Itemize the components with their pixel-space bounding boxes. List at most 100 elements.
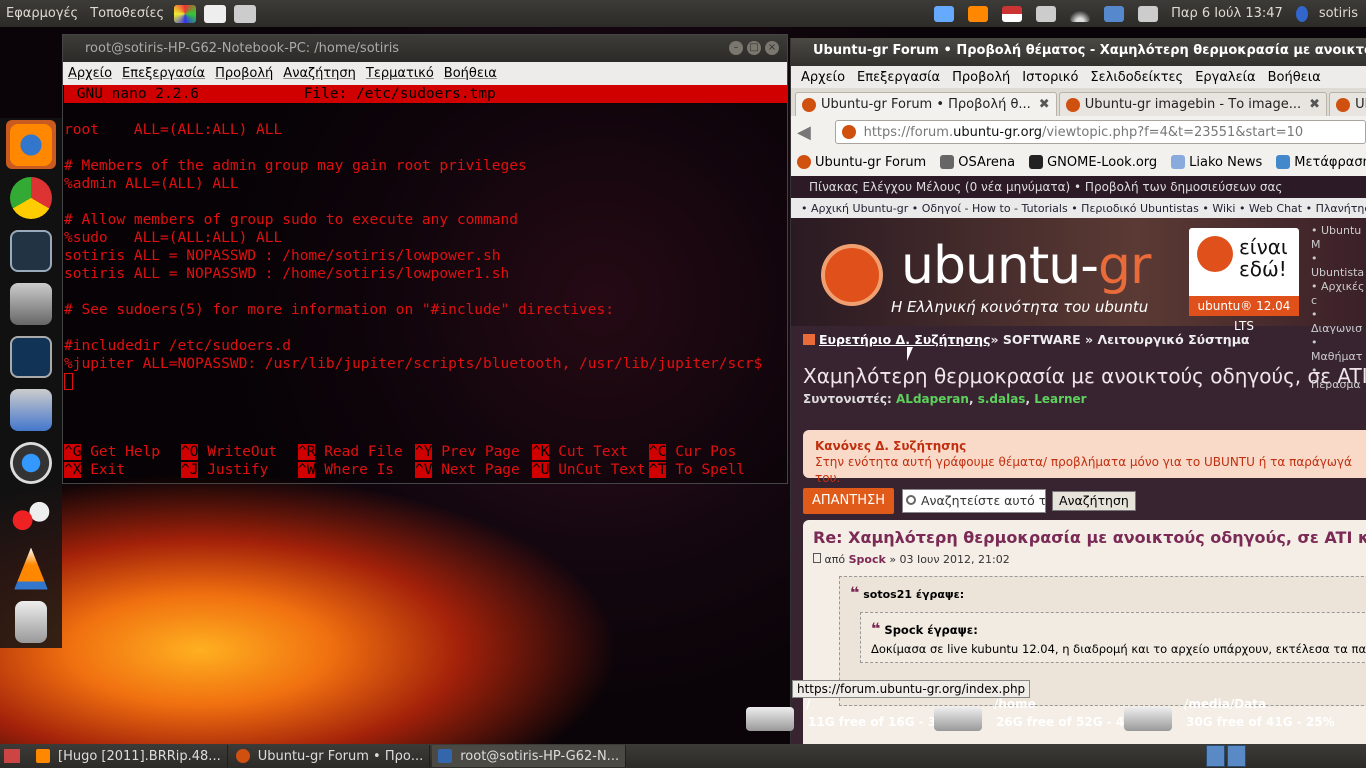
terminal-launcher[interactable] [6, 226, 56, 275]
nano-line: # Allow members of group sudo to execute… [64, 212, 518, 228]
upload-launcher[interactable] [6, 279, 56, 328]
reply-button[interactable]: ΑΠΑΝΤΗΣΗ [803, 488, 894, 514]
nano-line: sotiris ALL = NOPASSWD : /home/sotiris/l… [64, 248, 501, 264]
close-tab-icon[interactable]: ✖ [1309, 97, 1320, 112]
side-link[interactable]: • Αρχικές c [1311, 280, 1366, 308]
ff-menu-bookmarks[interactable]: Σελιδοδείκτες [1084, 70, 1189, 85]
menu-help[interactable]: Βοήθεια [439, 66, 502, 81]
back-arrow-icon[interactable]: ◀ [797, 122, 823, 143]
breadcrumb-home-link[interactable]: Ευρετήριο Δ. Συζήτησης [819, 332, 990, 347]
bookmark-ubuntu-gr[interactable]: Ubuntu-gr Forum [797, 155, 926, 170]
mail-icon[interactable] [1036, 5, 1057, 22]
bookmark-gnome-look[interactable]: GNOME-Look.org [1029, 155, 1157, 170]
close-tab-icon[interactable]: ✖ [1039, 97, 1050, 112]
ff-menu-help[interactable]: Βοήθεια [1262, 70, 1327, 85]
terminal-titlebar[interactable]: root@sotiris-HP-G62-Notebook-PC: /home/s… [63, 35, 787, 62]
moderator-link[interactable]: ALdaperan [896, 392, 969, 406]
wifi-icon[interactable] [1070, 5, 1091, 22]
vlc-tray-icon[interactable] [968, 5, 989, 22]
trash-icon [15, 600, 47, 643]
minimize-button[interactable]: – [729, 41, 743, 55]
menu-search[interactable]: Αναζήτηση [278, 66, 361, 81]
ff-menu-history[interactable]: Ιστορικό [1016, 70, 1084, 85]
ff-menu-view[interactable]: Προβολή [946, 70, 1016, 85]
moderator-link[interactable]: Learner [1034, 392, 1086, 406]
tab-imagebin[interactable]: Ubuntu-gr imagebin - Το image... ✖ [1058, 92, 1328, 116]
show-desktop-icon[interactable] [4, 749, 20, 763]
places-menu[interactable]: Τοποθεσίες [84, 6, 170, 21]
ubuntu-release-badge[interactable]: είναι εδώ! ubuntu® 12.04 LTS [1189, 228, 1299, 333]
close-button[interactable]: × [765, 41, 779, 55]
apps-grid-icon[interactable] [174, 4, 197, 23]
breadcrumb-rest[interactable]: » SOFTWARE » Λειτουργικό Σύστημα [990, 332, 1249, 347]
shortcut-key: ^C [649, 444, 667, 460]
menu-file[interactable]: Αρχείο [63, 66, 117, 81]
post-title[interactable]: Re: Χαμηλότερη θερμοκρασία με ανοικτούς … [813, 528, 1366, 547]
logo-text[interactable]: ubuntu-gr [901, 236, 1151, 296]
settings-launcher[interactable] [6, 438, 56, 487]
vlc-cone-icon [14, 547, 48, 590]
task-vlc[interactable]: [Hugo [2011].BRRip.48... [30, 745, 228, 767]
workspace-1[interactable] [1206, 745, 1225, 767]
task-terminal[interactable]: root@sotiris-HP-G62-N... [432, 745, 627, 767]
shortcut-label: Justify [207, 462, 269, 478]
ff-menu-tools[interactable]: Εργαλεία [1189, 70, 1261, 85]
workspace-switcher[interactable] [1206, 745, 1246, 767]
task-label: [Hugo [2011].BRRip.48... [58, 748, 221, 764]
tab-third[interactable]: Ubuntu- [1329, 92, 1366, 116]
url-rest: /viewtopic.php?f=4&t=23551&start=10 [1041, 124, 1304, 140]
battery-icon[interactable] [1104, 5, 1125, 22]
bookmark-liako[interactable]: Liako News [1171, 155, 1262, 170]
menu-terminal[interactable]: Τερματικό [361, 66, 439, 81]
keyboard-flag-icon[interactable] [1002, 5, 1023, 22]
bookmark-label: Ubuntu-gr Forum [815, 154, 927, 170]
user-control-panel-link[interactable]: Πίνακας Ελέγχου Μέλους (0 νέα μηνύματα) … [809, 180, 1282, 194]
quote-inner: ❝ Spock έγραψε: Δοκίμασα σε live kubuntu… [860, 612, 1366, 663]
side-link[interactable]: • Διαγωνισ [1311, 308, 1366, 336]
download-launcher[interactable] [6, 385, 56, 434]
applications-menu[interactable]: Εφαρμογές [0, 6, 84, 21]
ubuntu-gr-logo-icon[interactable] [821, 244, 883, 306]
vlc-launcher[interactable] [6, 544, 56, 593]
shortcut-key: ^T [649, 462, 667, 478]
logo-word-gr: gr [1098, 236, 1151, 296]
topic-search-input[interactable]: Αναζητείστε αυτό το [902, 489, 1046, 513]
menu-view[interactable]: Προβολή [210, 66, 278, 81]
nano-line: # See sudoers(5) for more information on… [64, 302, 614, 318]
tab-forum[interactable]: Ubuntu-gr Forum • Προβολή θ... ✖ [795, 92, 1057, 116]
nano-editor[interactable]: GNU nano 2.2.6 File: /etc/sudoers.tmp ro… [64, 85, 788, 485]
workspace-2[interactable] [1227, 745, 1246, 767]
ff-menu-edit[interactable]: Επεξεργασία [851, 70, 946, 85]
chrome-launcher[interactable] [6, 173, 56, 222]
side-link[interactable]: • Μαθήματ [1311, 336, 1366, 364]
nano-header: GNU nano 2.2.6 File: /etc/sudoers.tmp [64, 85, 788, 103]
clock[interactable]: Παρ 6 Ιούλ 13:47 [1171, 6, 1283, 21]
url-bar[interactable]: https://forum. ubuntu-gr.org/viewtopic.ph… [834, 120, 1366, 144]
side-link[interactable]: • Ubuntista [1311, 252, 1366, 280]
moderator-link[interactable]: s.dalas [978, 392, 1026, 406]
bookmark-translate[interactable]: Μετάφραση Go [1276, 155, 1366, 170]
molecules-launcher[interactable] [6, 491, 56, 540]
firefox-launcher[interactable] [6, 120, 56, 169]
side-link[interactable]: • Ubuntu M [1311, 224, 1366, 252]
trash-launcher[interactable] [6, 597, 56, 646]
text-editor-icon[interactable] [234, 4, 257, 23]
maximize-button[interactable]: □ [747, 41, 761, 55]
post-author-link[interactable]: Spock [849, 553, 886, 566]
system-monitor-launcher[interactable] [6, 332, 56, 381]
firefox-titlebar[interactable]: Ubuntu-gr Forum • Προβολή θέματος - Χαμη… [791, 38, 1366, 66]
menu-edit[interactable]: Επεξεργασία [117, 66, 210, 81]
quote-author-text: Spock έγραψε: [884, 623, 978, 637]
search-button[interactable]: Αναζήτηση [1052, 491, 1136, 511]
cards-game-icon[interactable] [204, 4, 227, 23]
task-firefox[interactable]: Ubuntu-gr Forum • Προ... [230, 745, 431, 767]
bookmark-label: GNOME-Look.org [1047, 154, 1158, 170]
bookmark-osarena[interactable]: OSArena [940, 155, 1015, 170]
volume-icon[interactable] [1138, 5, 1159, 22]
side-link[interactable]: • Πέρασμα [1311, 364, 1366, 392]
topic-title[interactable]: Χαμηλότερη θερμοκρασία με ανοικτούς οδηγ… [791, 364, 1366, 388]
forum-links-bar[interactable]: • Αρχική Ubuntu-gr • Οδηγοί - How to - T… [791, 198, 1366, 218]
ff-menu-file[interactable]: Αρχείο [795, 70, 851, 85]
screen-icon[interactable] [934, 5, 955, 22]
user-menu[interactable]: sotiris [1319, 6, 1358, 21]
